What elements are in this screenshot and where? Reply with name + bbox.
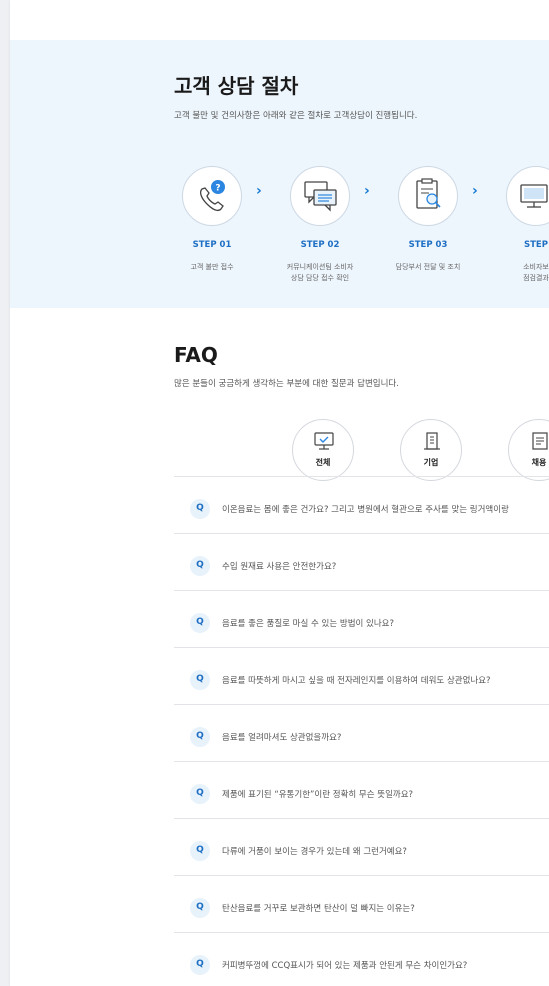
svg-text:?: ?: [215, 184, 220, 194]
category-recruit-button[interactable]: 채용: [508, 419, 549, 481]
q-badge-icon: Q: [190, 955, 210, 975]
faq-item[interactable]: Q 다류에 거품이 보이는 경우가 있는데 왜 그런거예요?: [174, 818, 549, 875]
category-company-label: 기업: [423, 458, 439, 467]
step-1-description: 고객 불만 접수: [190, 263, 234, 271]
category-all-label: 전체: [315, 458, 331, 467]
q-badge-icon: Q: [190, 727, 210, 747]
q-badge-icon: Q: [190, 784, 210, 804]
faq-question: 음료를 얼려마셔도 상관없을까요?: [222, 733, 342, 743]
consult-title: 고객 상담 절차: [174, 74, 299, 98]
step-arrow-1: ›: [256, 183, 262, 199]
phone-chat-icon: ?: [182, 166, 242, 226]
faq-question: 탄산음료를 거꾸로 보관하면 탄산이 덜 빠지는 이유는?: [222, 904, 415, 914]
step-4-number: STEP: [524, 240, 548, 250]
q-badge-icon: Q: [190, 613, 210, 633]
faq-question: 제품에 표기된 “유통기한”이란 정확히 무슨 뜻일까요?: [222, 790, 414, 800]
clipboard-search-icon: [398, 166, 458, 226]
faq-item[interactable]: Q 이온음료는 몸에 좋은 건가요? 그리고 병원에서 혈관으로 주사를 맞는 …: [174, 476, 549, 533]
page: 고객 상담 절차 고객 불만 및 건의사항은 아래와 같은 절차로 고객상담이 …: [10, 0, 549, 986]
faq-question: 다류에 거품이 보이는 경우가 있는데 왜 그런거예요?: [222, 847, 407, 857]
faq-title: FAQ: [174, 343, 218, 367]
step-2-number: STEP 02: [300, 240, 340, 250]
q-badge-icon: Q: [190, 556, 210, 576]
q-badge-icon: Q: [190, 670, 210, 690]
step-3-number: STEP 03: [408, 240, 448, 250]
step-1-number: STEP 01: [192, 240, 232, 250]
step-2-description: 커뮤니케이션팀 소비자 상담 담당 접수 확인: [286, 263, 354, 282]
step-3-description: 담당부서 전달 및 조치: [395, 263, 461, 271]
faq-item[interactable]: Q 제품에 표기된 “유통기한”이란 정확히 무슨 뜻일까요?: [174, 761, 549, 818]
step-4-description: 소비자보 점검결과: [523, 263, 549, 282]
q-badge-icon: Q: [190, 841, 210, 861]
faq-question: 커피병뚜껑에 CCQ표시가 되어 있는 제품과 안된게 무슨 차이인가요?: [222, 961, 468, 971]
step-arrow-3: ›: [472, 183, 478, 199]
faq-item[interactable]: Q 음료를 좋은 품질로 마실 수 있는 방법이 있나요?: [174, 590, 549, 647]
faq-question: 음료를 좋은 품질로 마실 수 있는 방법이 있나요?: [222, 619, 395, 629]
q-badge-icon: Q: [190, 898, 210, 918]
faq-question: 이온음료는 몸에 좋은 건가요? 그리고 병원에서 혈관으로 주사를 맞는 링거…: [222, 505, 509, 515]
faq-item[interactable]: Q 음료를 따뜻하게 마시고 싶을 때 전자레인지를 이용하여 데워도 상관없나…: [174, 647, 549, 704]
faq-item[interactable]: Q 탄산음료를 거꾸로 보관하면 탄산이 덜 빠지는 이유는?: [174, 875, 549, 932]
faq-description: 많은 분들이 궁금하게 생각하는 부분에 대한 질문과 답변입니다.: [174, 379, 399, 389]
category-recruit-label: 채용: [531, 458, 547, 467]
consult-description: 고객 불만 및 건의사항은 아래와 같은 절차로 고객상담이 진행됩니다.: [174, 111, 418, 121]
step-arrow-2: ›: [364, 183, 370, 199]
category-all-button[interactable]: 전체: [292, 419, 354, 481]
chat-bubbles-icon: [290, 166, 350, 226]
faq-question: 수입 원재료 사용은 안전한가요?: [222, 562, 337, 572]
monitor-icon: [506, 166, 549, 226]
category-company-button[interactable]: 기업: [400, 419, 462, 481]
q-badge-icon: Q: [190, 499, 210, 519]
faq-item[interactable]: Q 수입 원재료 사용은 안전한가요?: [174, 533, 549, 590]
faq-item[interactable]: Q 커피병뚜껑에 CCQ표시가 되어 있는 제품과 안된게 무슨 차이인가요?: [174, 932, 549, 986]
document-icon: [532, 432, 548, 450]
monitor-check-icon: [314, 432, 334, 450]
building-icon: [424, 432, 440, 450]
faq-item[interactable]: Q 음료를 얼려마셔도 상관없을까요?: [174, 704, 549, 761]
faq-list: Q 이온음료는 몸에 좋은 건가요? 그리고 병원에서 혈관으로 주사를 맞는 …: [174, 476, 549, 986]
faq-question: 음료를 따뜻하게 마시고 싶을 때 전자레인지를 이용하여 데워도 상관없나요?: [222, 676, 491, 686]
